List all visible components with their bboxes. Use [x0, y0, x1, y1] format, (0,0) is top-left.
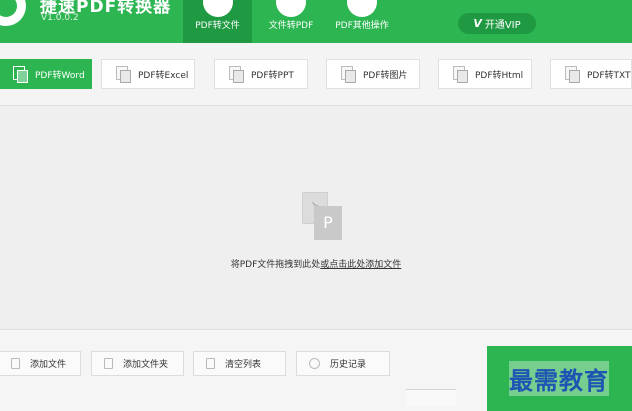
tab-pdf-to-image[interactable]: PDF转图片 [326, 59, 420, 89]
file-drop-zone[interactable]: ↘ P 将PDF文件拖拽到此处或点击此处添加文件 [0, 106, 632, 328]
tab-pdf-to-ppt[interactable]: PDF转PPT [214, 59, 308, 89]
open-vip-button[interactable]: V 开通VIP [458, 13, 536, 34]
folder-icon [104, 358, 113, 369]
conversion-tab-bar: PDF转Word PDF转Excel PDF转PPT PDF转图片 PDF转Ht… [0, 43, 632, 106]
ppt-icon [229, 66, 244, 83]
html-icon [453, 66, 468, 83]
tab-label: PDF转Html [475, 70, 524, 81]
app-version: V1.0.0.2 [41, 13, 79, 23]
tab-label: PDF转Word [35, 70, 85, 81]
add-file-link[interactable]: 或点击此处添加文件 [320, 260, 401, 270]
tab-label: PDF转PPT [251, 70, 294, 81]
output-path-field[interactable] [406, 389, 456, 406]
tab-label: PDF转Excel [138, 70, 189, 81]
tools-icon [347, 0, 377, 17]
drop-text-prefix: 将PDF文件拖拽到此处 [230, 260, 321, 270]
history-label: 历史记录 [330, 360, 367, 370]
nav-tab-pdf-other[interactable]: PDF其他操作 [328, 0, 396, 43]
clear-list-label: 清空列表 [225, 360, 262, 370]
tab-pdf-to-word[interactable]: PDF转Word [0, 59, 92, 89]
add-file-label: 添加文件 [30, 360, 67, 370]
nav-tab-file-to-pdf[interactable]: 文件转PDF [258, 0, 324, 43]
excel-icon [116, 66, 131, 83]
add-folder-button[interactable]: 添加文件夹 [91, 351, 184, 376]
nav-tab-label: PDF其他操作 [335, 21, 389, 31]
clock-icon [309, 358, 320, 369]
drop-icon-front: P [314, 206, 342, 240]
clear-list-button[interactable]: 清空列表 [193, 351, 286, 376]
txt-icon [565, 66, 580, 83]
convert-icon [276, 0, 306, 17]
add-file-icon [11, 358, 20, 369]
tab-pdf-to-txt[interactable]: PDF转TXT [550, 59, 632, 89]
tab-pdf-to-html[interactable]: PDF转Html [438, 59, 532, 89]
nav-tab-pdf-to-file[interactable]: PDF转文件 [183, 0, 252, 43]
nav-tab-label: PDF转文件 [195, 21, 240, 31]
add-folder-label: 添加文件夹 [123, 360, 169, 370]
image-icon [341, 66, 356, 83]
trash-icon [206, 358, 215, 369]
add-file-button[interactable]: 添加文件 [0, 351, 81, 376]
nav-tab-label: 文件转PDF [268, 21, 314, 31]
tab-label: PDF转图片 [363, 70, 408, 81]
tab-label: PDF转TXT [587, 70, 631, 81]
pdf-file-icon: ↘ P [302, 192, 344, 244]
file-icon [202, 0, 233, 17]
vip-label: 开通VIP [484, 20, 521, 31]
app-header: 捷速PDF转换器 V1.0.0.2 PDF转文件 文件转PDF PDF其他操作 … [0, 0, 632, 43]
history-button[interactable]: 历史记录 [296, 351, 390, 376]
app-logo-icon [0, 0, 26, 26]
vip-icon: V [473, 17, 482, 30]
word-icon [13, 66, 28, 83]
tab-pdf-to-excel[interactable]: PDF转Excel [101, 59, 195, 89]
drop-instructions: 将PDF文件拖拽到此处或点击此处添加文件 [0, 257, 632, 270]
watermark: 最需教育 [509, 361, 609, 396]
